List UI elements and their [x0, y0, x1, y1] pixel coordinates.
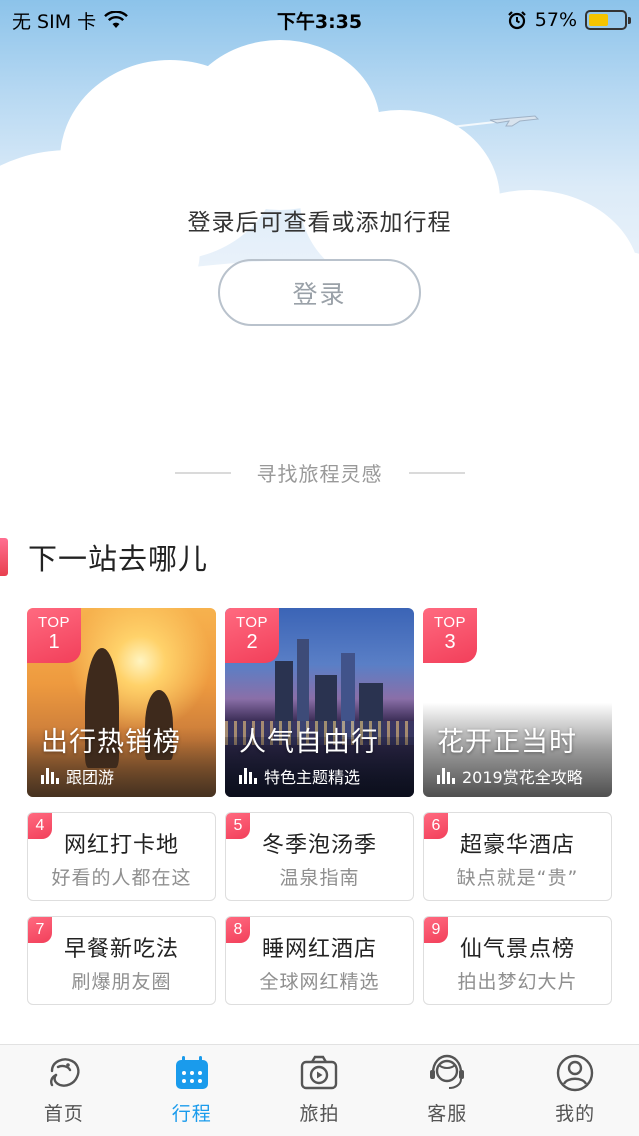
- top-card-subtitle-row: 跟团游: [41, 764, 114, 788]
- login-prompt-text: 登录后可查看或添加行程: [187, 210, 452, 236]
- tab-label: 首页: [43, 1103, 84, 1125]
- tab-mine[interactable]: 我的: [511, 1045, 639, 1136]
- top-card-title: 人气自由行: [239, 727, 379, 758]
- top-card-subtitle: 跟团游: [66, 768, 115, 787]
- section-accent-bar: [0, 538, 8, 576]
- top-card-subtitle-row: 2019赏花全攻略: [437, 764, 583, 788]
- battery-icon: [585, 10, 631, 30]
- list-card-subtitle: 好看的人都在这: [51, 867, 192, 889]
- bar-chart-icon: [437, 768, 455, 784]
- top-card-subtitle: 2019赏花全攻略: [462, 768, 583, 787]
- tab-label: 客服: [427, 1103, 468, 1125]
- divider-line-right: [408, 471, 465, 474]
- rank-badge: TOP 2: [225, 608, 279, 663]
- headset-icon: [430, 1054, 465, 1089]
- user-icon: [556, 1054, 594, 1092]
- status-bar: 无 SIM 卡 下午3:35 57%: [0, 0, 639, 40]
- rank-badge-number: 3: [444, 631, 456, 653]
- list-card-scenic-spots[interactable]: 9 仙气景点榜 拍出梦幻大片: [423, 916, 612, 1005]
- list-card-luxury-hotels[interactable]: 6 超豪华酒店 缺点就是“贵”: [423, 812, 612, 901]
- top-card-free-travel[interactable]: TOP 2 人气自由行 特色主题精选: [225, 608, 414, 797]
- bottom-tab-bar: 首页 行程 旅拍 客服 我的: [0, 1044, 639, 1136]
- tab-label: 行程: [171, 1103, 212, 1125]
- list-card-subtitle: 刷爆朋友圈: [71, 971, 172, 993]
- bar-chart-icon: [239, 768, 257, 784]
- battery-fill: [589, 14, 609, 26]
- list-card-title: 仙气景点榜: [459, 937, 575, 962]
- rank-badge-number: 1: [48, 631, 60, 653]
- rank-badge: TOP 1: [27, 608, 81, 663]
- calendar-icon: [175, 1056, 208, 1089]
- top-card-subtitle: 特色主题精选: [264, 768, 361, 787]
- list-card-title: 冬季泡汤季: [261, 833, 377, 858]
- rank-badge-top: TOP: [37, 614, 71, 631]
- rank-badge-top: TOP: [433, 614, 467, 631]
- rank-badge-top: TOP: [235, 614, 269, 631]
- inspiration-title: 寻找旅程灵感: [256, 462, 383, 486]
- hero-banner: 无 SIM 卡 下午3:35 57% 登录后可查看或添加行程 登录: [0, 0, 639, 418]
- tab-itinerary[interactable]: 行程: [128, 1045, 256, 1136]
- list-card-influencer-hotels[interactable]: 8 睡网红酒店 全球网红精选: [225, 916, 414, 1005]
- list-card-influencer-spots[interactable]: 4 网红打卡地 好看的人都在这: [27, 812, 216, 901]
- tab-label: 我的: [555, 1103, 596, 1125]
- list-card-subtitle: 温泉指南: [279, 867, 360, 889]
- bar-chart-icon: [41, 768, 59, 784]
- top-card-title: 花开正当时: [437, 727, 577, 758]
- list-card-title: 早餐新吃法: [63, 937, 179, 962]
- top-card-hot-sales[interactable]: TOP 1 出行热销榜 跟团游: [27, 608, 216, 797]
- camera-play-icon: [301, 1055, 338, 1090]
- top-card-subtitle-row: 特色主题精选: [239, 764, 360, 788]
- tab-travel-photo[interactable]: 旅拍: [256, 1045, 384, 1136]
- list-card-subtitle: 拍出梦幻大片: [457, 971, 578, 993]
- rank-badge: TOP 3: [423, 608, 477, 663]
- tab-label: 旅拍: [299, 1103, 340, 1125]
- divider-line-left: [174, 471, 231, 474]
- rank-badge-number: 2: [246, 631, 258, 653]
- section-title: 下一站去哪儿: [28, 542, 209, 576]
- tab-customer-service[interactable]: 客服: [383, 1045, 511, 1136]
- tab-home[interactable]: 首页: [0, 1045, 128, 1136]
- login-button[interactable]: 登录: [218, 259, 421, 326]
- dolphin-home-icon: [49, 1058, 80, 1087]
- top-card-flowers[interactable]: TOP 3 花开正当时 2019赏花全攻略: [423, 608, 612, 797]
- list-card-breakfast[interactable]: 7 早餐新吃法 刷爆朋友圈: [27, 916, 216, 1005]
- list-card-subtitle: 缺点就是“贵”: [456, 867, 579, 889]
- top-card-title: 出行热销榜: [41, 727, 181, 758]
- status-time: 下午3:35: [276, 10, 363, 33]
- list-card-title: 睡网红酒店: [261, 937, 377, 962]
- list-card-hot-springs[interactable]: 5 冬季泡汤季 温泉指南: [225, 812, 414, 901]
- list-card-subtitle: 全球网红精选: [259, 971, 380, 993]
- list-card-title: 网红打卡地: [63, 833, 179, 858]
- inspiration-divider: 寻找旅程灵感: [0, 458, 639, 487]
- list-card-title: 超豪华酒店: [459, 833, 575, 858]
